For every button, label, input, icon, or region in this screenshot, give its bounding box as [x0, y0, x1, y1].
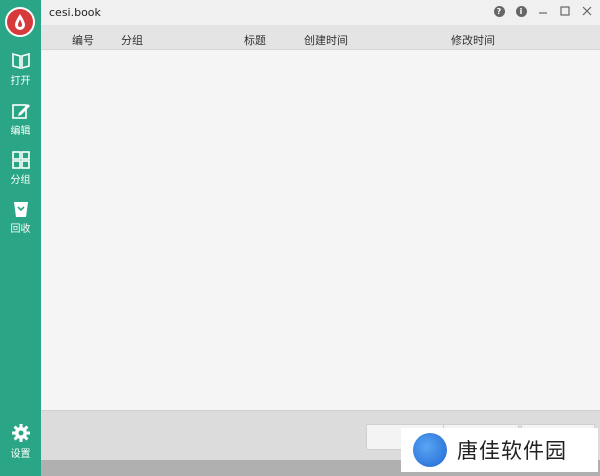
app-logo [5, 7, 35, 37]
sidebar-item-group[interactable]: 分组 [0, 151, 41, 186]
book-icon [11, 52, 30, 70]
column-header-id[interactable]: 编号 [72, 32, 94, 48]
watermark-logo-icon [413, 433, 447, 467]
info-button[interactable]: i [514, 4, 528, 18]
watermark-text: 唐佳软件园 [457, 439, 567, 463]
watermark: 唐佳软件园 [401, 428, 598, 472]
minimize-icon [539, 12, 547, 14]
column-header-title[interactable]: 标题 [244, 32, 266, 48]
table-body[interactable] [41, 50, 600, 410]
gear-icon [11, 424, 30, 442]
column-header-created[interactable]: 创建时间 [304, 32, 348, 48]
sidebar: 打开 编辑 分组 回收 设置 [0, 0, 41, 476]
maximize-icon [560, 6, 570, 16]
sidebar-item-settings[interactable]: 设置 [0, 423, 41, 460]
sidebar-item-label: 打开 [10, 76, 31, 87]
column-header-group[interactable]: 分组 [121, 32, 143, 48]
window-title: cesi.book [49, 6, 101, 19]
sidebar-item-open[interactable]: 打开 [0, 52, 41, 87]
maximize-button[interactable] [558, 4, 572, 18]
table-header: 编号 分组 标题 创建时间 修改时间 [41, 25, 600, 50]
drop-icon [15, 14, 25, 30]
edit-icon [11, 104, 30, 119]
sidebar-item-edit[interactable]: 编辑 [0, 102, 41, 137]
trash-icon [13, 202, 28, 217]
window-controls: ? i [492, 4, 594, 18]
sidebar-item-label: 设置 [10, 449, 31, 460]
info-icon: i [515, 5, 527, 17]
help-icon: ? [493, 5, 505, 17]
minimize-button[interactable] [536, 4, 550, 18]
close-button[interactable] [580, 4, 594, 18]
column-header-modified[interactable]: 修改时间 [451, 32, 495, 48]
sidebar-item-recycle[interactable]: 回收 [0, 200, 41, 235]
title-bar: cesi.book ? i [41, 0, 600, 25]
grid-icon [11, 151, 30, 169]
help-button[interactable]: ? [492, 4, 506, 18]
sidebar-item-label: 回收 [10, 224, 31, 235]
sidebar-item-label: 分组 [10, 175, 31, 186]
sidebar-item-label: 编辑 [10, 126, 31, 137]
close-icon [582, 6, 592, 16]
